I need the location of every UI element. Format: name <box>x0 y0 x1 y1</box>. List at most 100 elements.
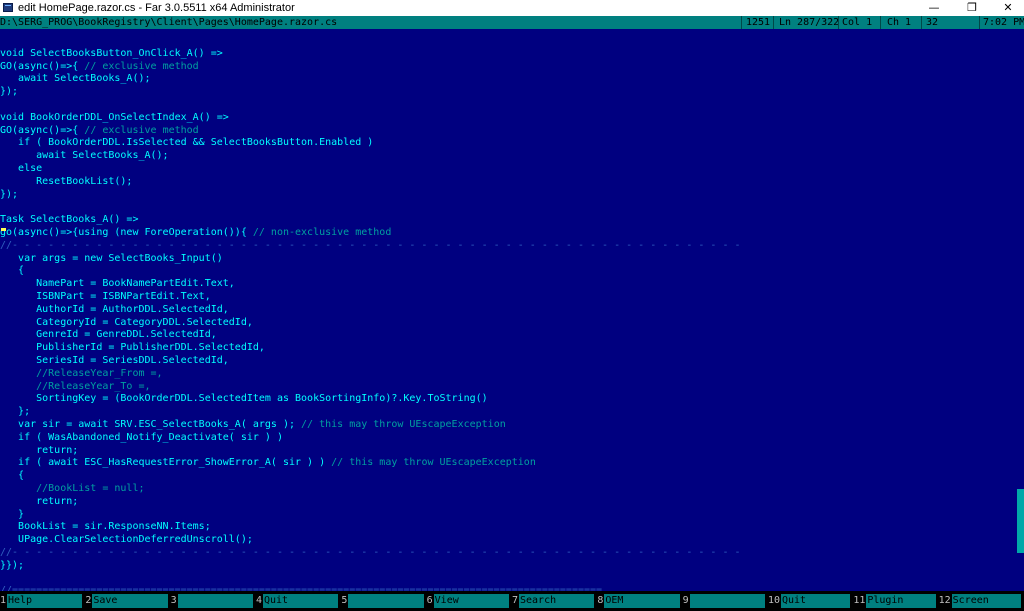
code-line[interactable]: AuthorId = AuthorDDL.SelectedId, <box>0 303 229 316</box>
code-line[interactable]: //- - - - - - - - - - - - - - - - - - - … <box>0 546 741 559</box>
close-button[interactable]: ✕ <box>990 0 1024 16</box>
fkey-quit[interactable]: 4 Quit <box>256 591 341 611</box>
code-comment: //BookList = null; <box>36 483 145 494</box>
code-text: if ( WasAbandoned_Notify_Deactivate( sir… <box>0 431 283 443</box>
fkey-view[interactable]: 6 View <box>427 591 512 611</box>
status-divider <box>979 16 980 29</box>
code-line[interactable]: var args = new SelectBooks_Input() <box>0 252 223 265</box>
restore-button[interactable]: ❐ <box>954 0 990 16</box>
code-line[interactable]: ResetBookList(); <box>0 175 132 188</box>
code-text: SeriesId = SeriesDDL.SelectedId, <box>0 355 229 366</box>
code-line[interactable]: await SelectBooks_A(); <box>0 72 150 85</box>
code-text: NamePart = BookNamePartEdit.Text, <box>0 278 235 290</box>
code-text: GenreId = GenreDDL.SelectedId, <box>0 329 217 341</box>
code-line[interactable]: GO(async()=>{ // exclusive method <box>0 60 199 73</box>
status-divider <box>880 16 881 29</box>
fkey-label: Screen <box>951 594 1021 608</box>
code-comment: // exclusive method <box>84 124 199 136</box>
fkey-label: Plugin <box>866 594 936 608</box>
fkey-f3[interactable]: 3 <box>171 591 256 611</box>
code-line[interactable]: NamePart = BookNamePartEdit.Text, <box>0 277 235 290</box>
code-line[interactable]: else <box>0 162 42 175</box>
code-line[interactable]: GenreId = GenreDDL.SelectedId, <box>0 328 217 341</box>
code-line[interactable]: GO(async()=>{ // exclusive method <box>0 124 199 137</box>
code-text: return; <box>0 444 79 456</box>
fkey-label <box>348 594 424 608</box>
code-line[interactable]: Task SelectBooks_A() => <box>0 213 138 226</box>
code-line[interactable]: UPage.ClearSelectionDeferredUnscroll(); <box>0 533 253 546</box>
code-line[interactable]: return; <box>0 444 78 457</box>
code-text: AuthorId = AuthorDDL.SelectedId, <box>0 303 229 315</box>
window-title: edit HomePage.razor.cs - Far 3.0.5511 x6… <box>18 2 295 14</box>
far-app-icon <box>3 3 13 12</box>
code-text: { <box>0 265 25 277</box>
code-comment: // non-exclusive method <box>252 227 392 238</box>
code-line[interactable]: return; <box>0 495 78 508</box>
code-line[interactable]: //ReleaseYear_From =, <box>0 367 162 380</box>
fkey-oem[interactable]: 8 OEM <box>597 591 682 611</box>
code-line[interactable]: void SelectBooksButton_OnClick_A() => <box>0 47 223 60</box>
code-text: } <box>0 508 25 520</box>
code-editor[interactable]: void SelectBooksButton_OnClick_A() => GO(… <box>0 29 1017 591</box>
code-line[interactable]: //- - - - - - - - - - - - - - - - - - - … <box>0 239 741 252</box>
code-line[interactable]: if ( BookOrderDDL.IsSelected && SelectBo… <box>0 136 373 149</box>
code-line[interactable]: { <box>0 469 24 482</box>
fkey-number: 2 <box>85 595 92 606</box>
fkey-help[interactable]: 1 Help <box>0 591 85 611</box>
code-line[interactable]: var sir = await SRV.ESC_SelectBooks_A( a… <box>0 418 506 431</box>
code-text: if ( await ESC_HasRequestError_ShowError… <box>0 457 332 469</box>
separator-comment: //- - - - - - - - - - - - - - - - - - - … <box>0 547 741 558</box>
code-line[interactable]: go(async()=>{using (new ForeOperation())… <box>0 226 391 239</box>
code-line[interactable]: }); <box>0 85 18 98</box>
function-key-bar: 1 Help 2 Save 3 4 Quit 5 6 View 7 Search 8 OEM 9 10 Quit… <box>0 591 1024 611</box>
code-line[interactable]: //BookList = null; <box>0 482 145 495</box>
fkey-number: 1 <box>0 595 7 606</box>
code-line[interactable]: CategoryId = CategoryDDL.SelectedId, <box>0 316 253 329</box>
code-line[interactable]: if ( WasAbandoned_Notify_Deactivate( sir… <box>0 431 283 444</box>
code-line[interactable]: }; <box>0 405 30 418</box>
code-text: { <box>0 470 25 482</box>
code-text: void BookOrderDDL_OnSelectIndex_A() => <box>0 111 229 123</box>
code-line[interactable]: await SelectBooks_A(); <box>0 149 168 162</box>
code-line[interactable]: void BookOrderDDL_OnSelectIndex_A() => <box>0 111 229 124</box>
code-line[interactable]: //ReleaseYear_To =, <box>0 380 151 393</box>
fkey-save[interactable]: 2 Save <box>85 591 170 611</box>
code-line[interactable]: if ( await ESC_HasRequestError_ShowError… <box>0 456 536 469</box>
separator-comment: //- - - - - - - - - - - - - - - - - - - … <box>0 239 741 251</box>
code-line[interactable]: ISBNPart = ISBNPartEdit.Text, <box>0 290 211 303</box>
code-line[interactable]: SeriesId = SeriesDDL.SelectedId, <box>0 354 229 367</box>
fkey-f9[interactable]: 9 <box>683 591 768 611</box>
scrollbar-thumb[interactable] <box>1017 489 1024 553</box>
code-text: return; <box>0 495 79 507</box>
fkey-label: Quit <box>781 594 851 608</box>
code-text: var sir = await SRV.ESC_SelectBooks_A( a… <box>0 419 302 430</box>
minimize-button[interactable]: — <box>916 0 952 16</box>
code-line[interactable]: }}); <box>0 559 24 572</box>
fkey-quit[interactable]: 10 Quit <box>768 591 853 611</box>
code-line[interactable]: }); <box>0 188 18 201</box>
vertical-scrollbar[interactable] <box>1017 29 1024 591</box>
fkey-plugin[interactable]: 11 Plugin <box>853 591 938 611</box>
code-line[interactable]: SortingKey = (BookOrderDDL.SelectedItem … <box>0 392 488 405</box>
fkey-f5[interactable]: 5 <box>341 591 426 611</box>
status-divider <box>741 16 742 29</box>
fkey-number: 9 <box>682 595 689 606</box>
fkey-search[interactable]: 7 Search <box>512 591 597 611</box>
code-comment: //ReleaseYear_To =, <box>36 380 151 392</box>
title-bar: edit HomePage.razor.cs - Far 3.0.5511 x6… <box>0 0 1024 16</box>
code-text: }; <box>0 406 31 418</box>
code-text: BookList = sir.ResponseNN.Items; <box>0 521 211 533</box>
code-line[interactable]: BookList = sir.ResponseNN.Items; <box>0 520 211 533</box>
code-line[interactable]: { <box>0 264 24 277</box>
fkey-number: 5 <box>341 595 348 606</box>
code-comment: // this may throw UEscapeException <box>301 419 506 430</box>
code-line[interactable]: //======================================… <box>0 584 602 591</box>
fkey-number: 11 <box>853 595 866 606</box>
file-path: D:\SERG_PROG\BookRegistry\Client\Pages\H… <box>0 17 338 28</box>
code-line[interactable]: PublisherId = PublisherDDL.SelectedId, <box>0 341 265 354</box>
code-line[interactable]: } <box>0 508 24 521</box>
fkey-screen[interactable]: 12 Screen <box>939 591 1024 611</box>
